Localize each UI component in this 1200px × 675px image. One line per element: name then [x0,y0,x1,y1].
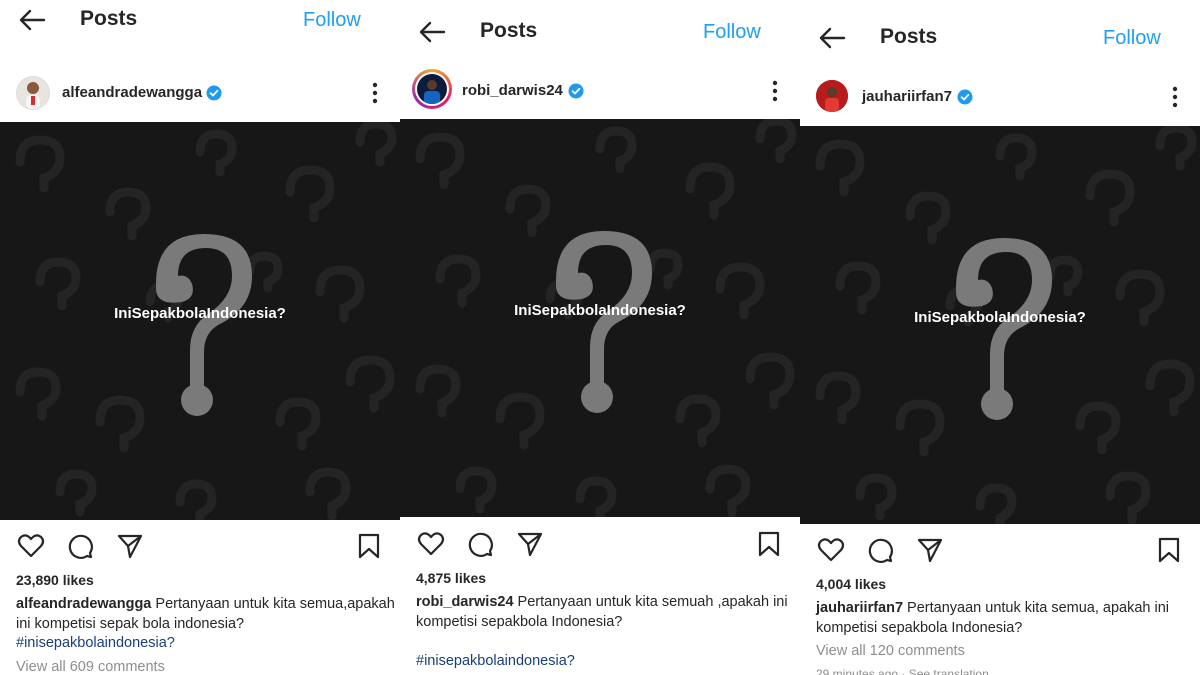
send-icon[interactable] [916,536,944,564]
caption: jauhariirfan7 Pertanyaan untuk kita semu… [816,598,1196,638]
caption: robi_darwis24 Pertanyaan untuk kita semu… [416,592,796,632]
heart-icon[interactable] [417,530,445,558]
caption: alfeandradewangga Pertanyaan untuk kita … [16,594,396,634]
username[interactable]: robi_darwis24 [462,82,563,99]
post-image[interactable]: IniSepakbolaIndonesia? [800,126,1200,524]
view-comments-link[interactable]: View all 609 comments [16,659,165,675]
screenshot-collage: Posts Follow alfeandradewangga IniSepakb… [0,0,1200,675]
verified-badge-icon [568,83,584,99]
heart-icon[interactable] [17,532,45,560]
bookmark-icon[interactable] [1155,536,1183,564]
send-icon[interactable] [516,530,544,558]
follow-button[interactable]: Follow [703,21,761,44]
page-title: Posts [80,7,138,30]
back-arrow-icon[interactable] [18,8,46,32]
follow-button[interactable]: Follow [1103,27,1161,50]
username[interactable]: alfeandradewangga [62,84,202,101]
heart-icon[interactable] [817,536,845,564]
view-comments-link[interactable]: View all 120 comments [816,643,965,659]
post-panel-jauhariirfan7: Posts Follow jauhariirfan7 IniSepakbolaI… [800,0,1200,675]
avatar[interactable] [816,80,848,112]
page-title: Posts [480,19,538,42]
back-arrow-icon[interactable] [818,26,846,50]
post-timestamp: 29 minutes ago · See translation [816,667,989,675]
avatar[interactable] [412,69,452,109]
verified-badge-icon [206,85,222,101]
overlay-text: IniSepakbolaIndonesia? [514,302,686,319]
caption-username[interactable]: jauhariirfan7 [816,600,903,616]
send-icon[interactable] [116,532,144,560]
back-arrow-icon[interactable] [418,20,446,44]
comment-icon[interactable] [466,530,494,558]
comment-icon[interactable] [866,536,894,564]
more-options-icon[interactable] [772,80,778,102]
caption-username[interactable]: alfeandradewangga [16,596,151,612]
bookmark-icon[interactable] [755,530,783,558]
hashtag-link[interactable]: #inisepakbolaindonesia? [16,635,175,651]
comment-icon[interactable] [66,532,94,560]
follow-button[interactable]: Follow [303,9,361,32]
overlay-text: IniSepakbolaIndonesia? [914,309,1086,326]
post-image[interactable]: IniSepakbolaIndonesia? [400,119,800,517]
caption-username[interactable]: robi_darwis24 [416,594,514,610]
username[interactable]: jauhariirfan7 [862,88,952,105]
verified-badge-icon [957,89,973,105]
likes-count[interactable]: 4,875 likes [416,570,486,586]
bookmark-icon[interactable] [355,532,383,560]
post-panel-robi-darwis24: Posts Follow robi_darwis24 IniSepakbolaI… [400,0,800,675]
post-panel-alfeandradewangga: Posts Follow alfeandradewangga IniSepakb… [0,0,400,675]
likes-count[interactable]: 23,890 likes [16,572,94,588]
overlay-text: IniSepakbolaIndonesia? [114,305,286,322]
post-image[interactable]: IniSepakbolaIndonesia? [0,122,400,520]
more-options-icon[interactable] [1172,86,1178,108]
hashtag-link[interactable]: #inisepakbolaindonesia? [416,653,575,669]
likes-count[interactable]: 4,004 likes [816,576,886,592]
avatar[interactable] [16,76,50,110]
page-title: Posts [880,25,938,48]
more-options-icon[interactable] [372,82,378,104]
